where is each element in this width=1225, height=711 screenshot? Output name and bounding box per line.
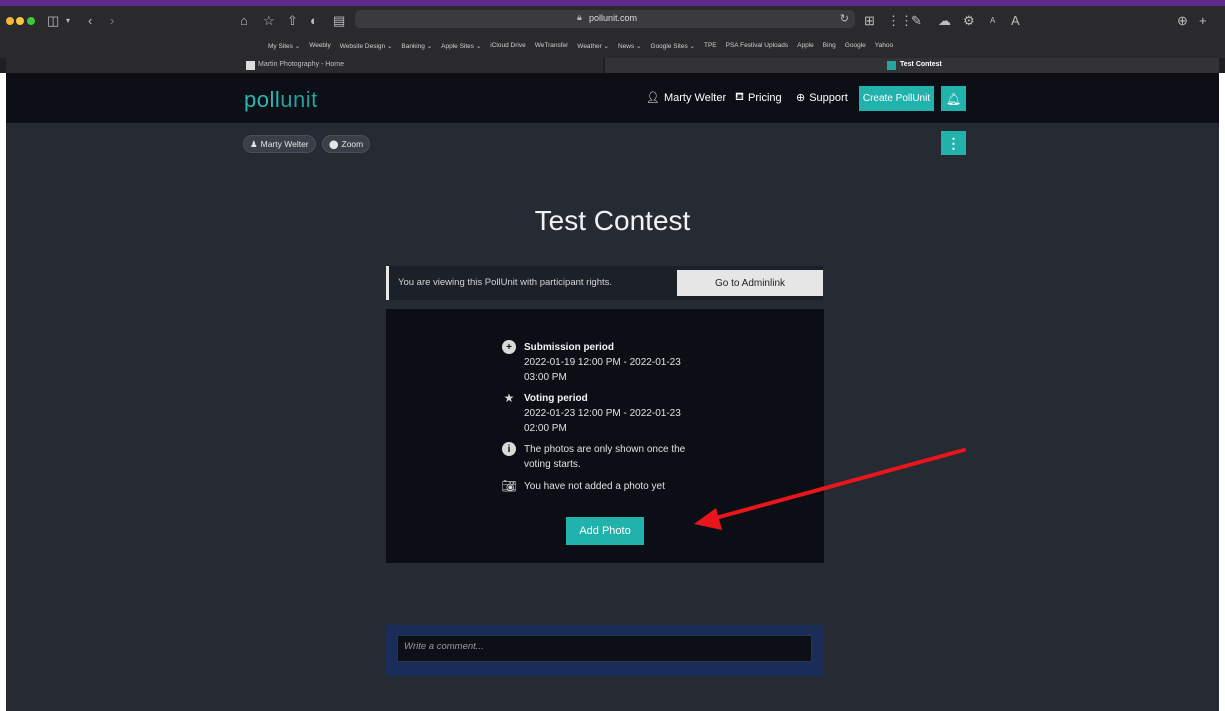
contest-info-card: + Submission period 2022-01-19 12:00 PM … (386, 309, 824, 563)
nav-pricing-label: Pricing (748, 92, 782, 104)
create-pollunit-button[interactable]: Create PollUnit (859, 86, 934, 111)
location-chip-label: Zoom (341, 139, 364, 149)
favorite-link[interactable]: PSA Festival Uploads (726, 42, 789, 54)
text-smaller-icon[interactable]: A (990, 13, 995, 29)
shield-icon[interactable]: ◐ (310, 13, 318, 29)
favorites-bar: My Sites ⌄ Weebly Website Design ⌄ Banki… (268, 42, 893, 54)
nav-user[interactable]: 👤︎ Marty Welter (646, 91, 727, 105)
share-icon[interactable]: ⇧ (287, 13, 298, 29)
favorite-link[interactable]: Weebly (309, 42, 331, 54)
back-icon[interactable]: ‹ (88, 13, 92, 29)
reload-icon[interactable]: ↻ (840, 12, 849, 25)
favorite-link[interactable]: TPE (704, 42, 717, 54)
voting-period: ★ Voting period 2022-01-23 12:00 PM - 20… (502, 391, 694, 436)
app-navbar: pollunit 👤︎ Marty Welter ⛾ Pricing ⊕ Sup… (6, 73, 1219, 123)
new-tab-icon[interactable]: + (1199, 13, 1207, 29)
favorite-link[interactable]: Apple (797, 42, 814, 54)
kebab-icon: ⋮ (946, 134, 961, 151)
user-icon: ♟ (250, 138, 258, 149)
support-icon: ⊕ (796, 92, 806, 104)
tab-title: Martin Photography - Home (258, 61, 344, 68)
page-title: Test Contest (534, 205, 691, 236)
submission-period: + Submission period 2022-01-19 12:00 PM … (502, 340, 694, 385)
comment-section (386, 625, 824, 676)
pricing-icon: ⛾ (735, 91, 744, 103)
zoom-window-button[interactable] (27, 17, 35, 25)
forward-icon[interactable]: › (110, 13, 114, 29)
voting-label: Voting period (524, 393, 588, 404)
tab-martin-photography[interactable]: Martin Photography - Home (6, 58, 603, 73)
tab-test-contest[interactable]: Test Contest (605, 58, 1219, 73)
owner-chip-label: Marty Welter (260, 139, 309, 149)
user-icon: 👤︎ (646, 92, 660, 104)
star-icon: ★ (503, 391, 515, 405)
favorite-link[interactable]: WeTransfer (535, 42, 569, 54)
address-bar[interactable]: 🔒︎ pollunit.com ↻ (355, 10, 855, 28)
info-icon: i (502, 442, 516, 456)
add-photo-button[interactable]: Add Photo (566, 517, 644, 545)
bell-icon: 🔔︎ (945, 91, 962, 106)
home-icon[interactable]: ⌂ (240, 13, 248, 29)
favorite-link[interactable]: My Sites ⌄ (268, 42, 300, 54)
nav-support[interactable]: ⊕ Support (796, 91, 848, 105)
photo-status: 📷︎ You have not added a photo yet (501, 479, 694, 494)
location-chip[interactable]: ⬤ Zoom (322, 135, 371, 153)
nav-support-label: Support (809, 91, 848, 104)
submission-dates: 2022-01-19 12:00 PM - 2022-01-23 03:00 P… (524, 357, 681, 383)
cloud-icon[interactable]: ☁ (938, 13, 951, 29)
close-window-button[interactable] (6, 17, 14, 25)
favorite-link[interactable]: Google Sites ⌄ (651, 42, 695, 54)
tab-favicon (246, 61, 255, 70)
sidebar-icon[interactable]: ◫ (47, 13, 59, 29)
map-pin-icon: ⬤ (329, 138, 339, 149)
favorite-link[interactable]: Banking ⌄ (401, 42, 432, 54)
favorite-link[interactable]: Bing (823, 42, 836, 54)
favorite-link[interactable]: Weather ⌄ (577, 42, 609, 54)
visibility-info: i The photos are only shown once the vot… (502, 442, 694, 472)
lock-icon: 🔒︎ (577, 12, 582, 22)
notifications-button[interactable]: 🔔︎ (941, 86, 966, 111)
submission-label: Submission period (524, 342, 615, 353)
browser-chrome: ◫ ▾ ‹ › ⌂ ☆ ⇧ ◐ ▤ 🔒︎ pollunit.com ↻ ⊞ ⋮⋮… (0, 6, 1225, 73)
participant-notice: You are viewing this PollUnit with parti… (386, 266, 823, 300)
go-to-adminlink-button[interactable]: Go to Adminlink (677, 270, 823, 296)
address-bar-url: pollunit.com (589, 13, 638, 23)
nav-pricing[interactable]: ⛾ Pricing (735, 91, 782, 105)
text-larger-icon[interactable]: A (1011, 13, 1020, 29)
camera-icon: 📷︎ (501, 479, 517, 493)
favorite-link[interactable]: Google (845, 42, 866, 54)
settings-icon[interactable]: ⚙ (963, 13, 975, 29)
favorite-link[interactable]: Yahoo (875, 42, 893, 54)
star-icon[interactable]: ☆ (263, 13, 275, 29)
favorite-link[interactable]: News ⌄ (618, 42, 642, 54)
notice-text: You are viewing this PollUnit with parti… (398, 277, 613, 288)
comment-input[interactable] (397, 635, 812, 662)
plus-circle-icon: + (502, 340, 516, 354)
owner-chip[interactable]: ♟ Marty Welter (243, 135, 316, 153)
logo-thin: unit (280, 87, 318, 112)
nav-user-label: Marty Welter (663, 91, 727, 104)
favorite-link[interactable]: iCloud Drive (490, 42, 525, 54)
photo-status-text: You have not added a photo yet (524, 481, 665, 492)
favorite-link[interactable]: Apple Sites ⌄ (441, 42, 481, 54)
page-content: pollunit 👤︎ Marty Welter ⛾ Pricing ⊕ Sup… (6, 73, 1219, 711)
grid-icon[interactable]: ⊞ (864, 13, 875, 29)
download-icon[interactable]: ⊕ (1177, 13, 1188, 29)
favorite-link[interactable]: Website Design ⌄ (340, 42, 393, 54)
pollunit-logo[interactable]: pollunit (244, 87, 318, 113)
apps-icon[interactable]: ⋮⋮ (887, 13, 913, 29)
visibility-info-text: The photos are only shown once the votin… (524, 444, 686, 470)
edit-icon[interactable]: ✎ (911, 13, 922, 29)
minimize-window-button[interactable] (16, 17, 24, 25)
logo-bold: poll (244, 87, 281, 112)
chevron-down-icon[interactable]: ▾ (66, 13, 70, 29)
reader-icon[interactable]: ▤ (333, 13, 345, 29)
voting-dates: 2022-01-23 12:00 PM - 2022-01-23 02:00 P… (524, 408, 681, 434)
more-options-button[interactable]: ⋮ (941, 131, 966, 155)
tab-bar: Martin Photography - Home Test Contest (0, 58, 1225, 73)
tab-title: Test Contest (900, 61, 942, 68)
tab-favicon (887, 61, 896, 70)
